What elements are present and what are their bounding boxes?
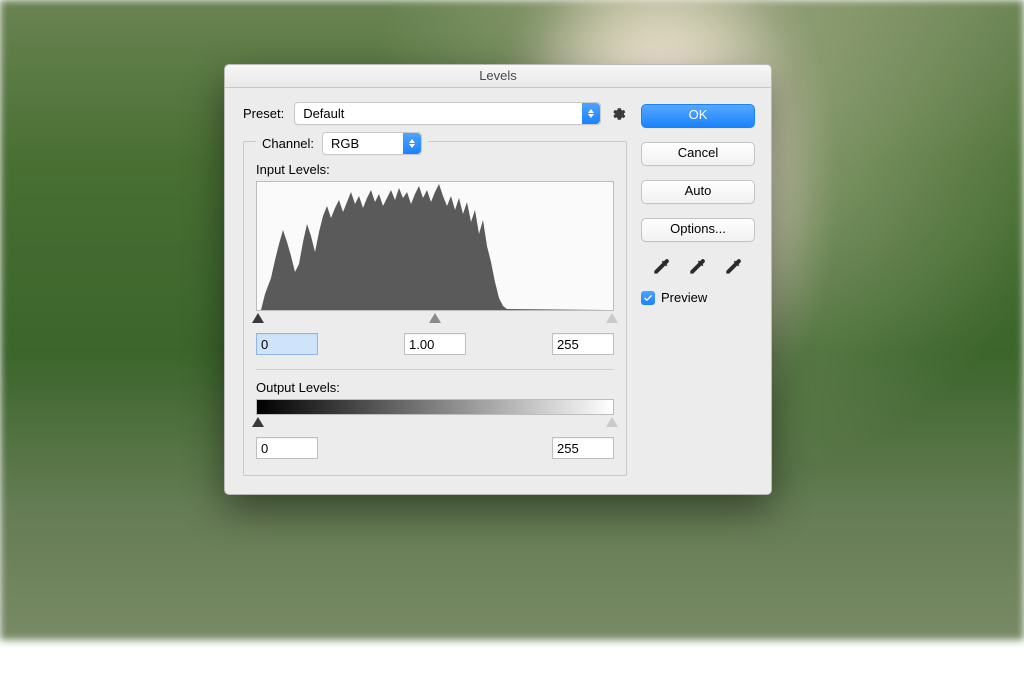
check-icon bbox=[643, 293, 653, 303]
eyedropper-icon bbox=[651, 257, 671, 277]
levels-group: Channel: RGB Input Levels: bbox=[243, 141, 627, 476]
black-point-eyedropper[interactable] bbox=[648, 256, 674, 278]
gear-icon bbox=[611, 106, 627, 122]
channel-label: Channel: bbox=[262, 136, 314, 151]
histogram-shape bbox=[257, 182, 607, 310]
input-gamma-slider[interactable] bbox=[429, 313, 441, 323]
options-button[interactable]: Options... bbox=[641, 218, 755, 242]
channel-value: RGB bbox=[331, 136, 359, 151]
output-white-field[interactable] bbox=[552, 437, 614, 459]
preset-label: Preset: bbox=[243, 106, 284, 121]
chevron-up-down-icon bbox=[403, 133, 421, 154]
ok-button[interactable]: OK bbox=[641, 104, 755, 128]
histogram bbox=[256, 181, 614, 311]
eyedropper-icon bbox=[687, 257, 707, 277]
preset-select[interactable]: Default bbox=[294, 102, 601, 125]
auto-button[interactable]: Auto bbox=[641, 180, 755, 204]
input-white-slider[interactable] bbox=[606, 313, 618, 323]
input-slider-track[interactable] bbox=[256, 313, 614, 327]
input-black-field[interactable] bbox=[256, 333, 318, 355]
preview-label: Preview bbox=[661, 290, 707, 305]
gray-point-eyedropper[interactable] bbox=[684, 256, 710, 278]
divider bbox=[256, 369, 614, 370]
input-white-field[interactable] bbox=[552, 333, 614, 355]
output-black-slider[interactable] bbox=[252, 417, 264, 427]
cancel-button[interactable]: Cancel bbox=[641, 142, 755, 166]
output-black-field[interactable] bbox=[256, 437, 318, 459]
chevron-up-down-icon bbox=[582, 103, 600, 124]
preset-value: Default bbox=[303, 106, 344, 121]
preset-menu-button[interactable] bbox=[611, 106, 627, 122]
output-white-slider[interactable] bbox=[606, 417, 618, 427]
eyedropper-icon bbox=[723, 257, 743, 277]
input-gamma-field[interactable] bbox=[404, 333, 466, 355]
preview-checkbox[interactable] bbox=[641, 291, 655, 305]
input-black-slider[interactable] bbox=[252, 313, 264, 323]
dialog-title: Levels bbox=[225, 65, 771, 88]
white-point-eyedropper[interactable] bbox=[720, 256, 746, 278]
eyedroppers bbox=[641, 256, 753, 278]
output-slider-track[interactable] bbox=[256, 417, 614, 431]
levels-dialog: Levels Preset: Default bbox=[224, 64, 772, 495]
channel-select[interactable]: RGB bbox=[322, 132, 422, 155]
input-levels-label: Input Levels: bbox=[256, 162, 614, 177]
output-gradient bbox=[256, 399, 614, 415]
output-levels-label: Output Levels: bbox=[256, 380, 614, 395]
